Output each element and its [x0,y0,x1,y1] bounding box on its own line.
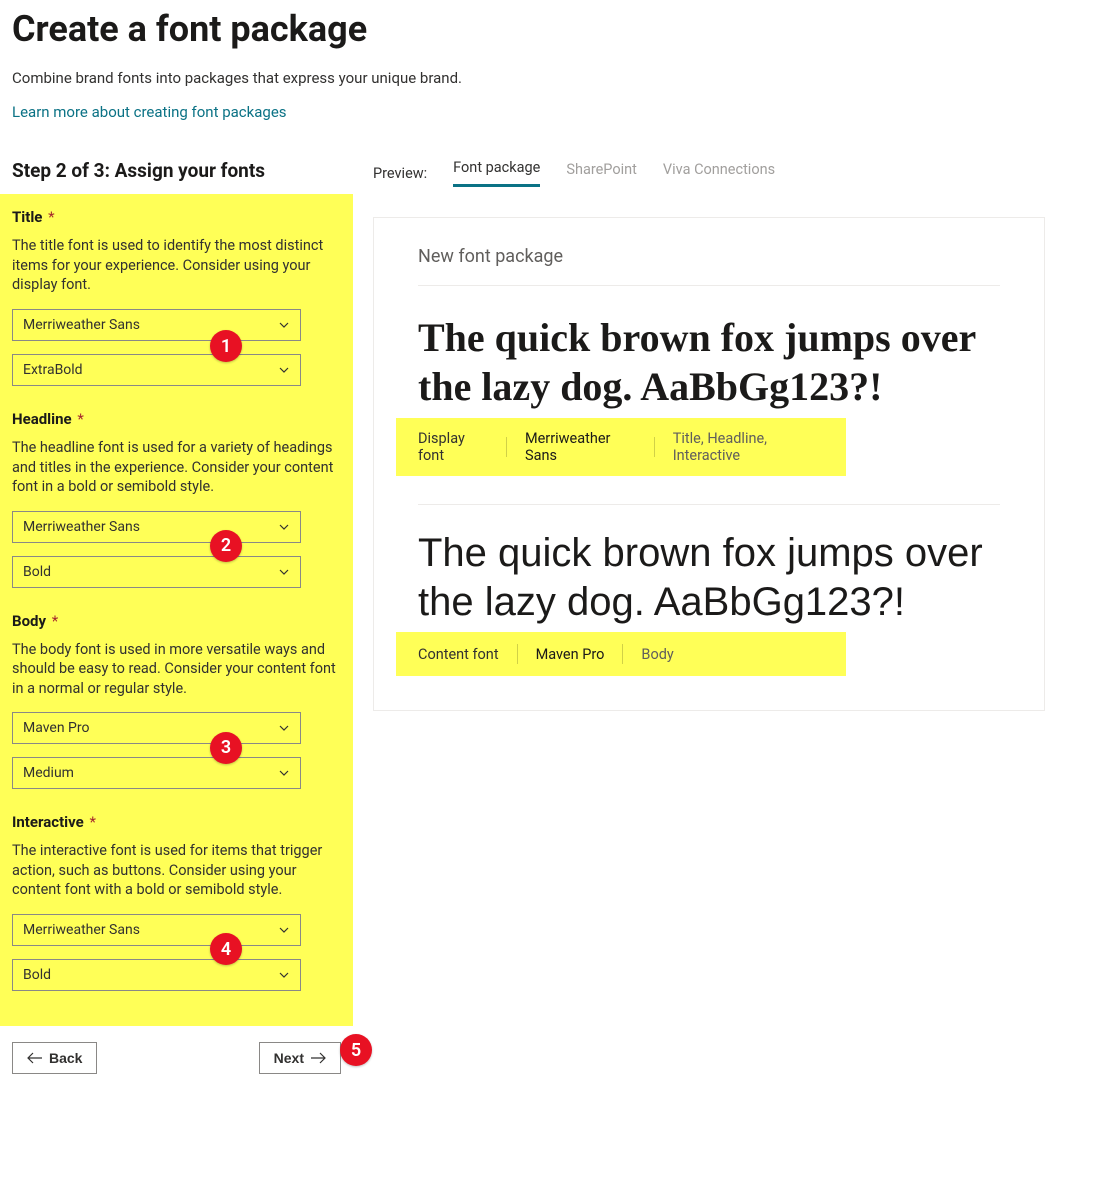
display-font-meta: Display font Merriweather Sans Title, He… [396,418,846,476]
interactive-weight-dropdown[interactable]: Bold [12,959,301,991]
chevron-down-icon [278,969,290,981]
interactive-font-dropdown[interactable]: Merriweather Sans [12,914,301,946]
learn-more-link[interactable]: Learn more about creating font packages [12,103,287,121]
headline-font-value: Merriweather Sans [23,519,140,535]
page-subtitle: Combine brand fonts into packages that e… [12,68,492,88]
body-label: Body [12,612,46,630]
meta-divider [506,437,507,457]
content-font-name: Maven Pro [536,646,605,663]
required-asterisk: * [89,813,95,831]
headline-font-dropdown[interactable]: Merriweather Sans [12,511,301,543]
section-body: Body * The body font is used in more ver… [12,612,341,790]
chevron-down-icon [278,566,290,578]
next-button[interactable]: Next [259,1042,341,1074]
chevron-down-icon [278,767,290,779]
interactive-font-value: Merriweather Sans [23,922,140,938]
display-label: Display font [418,430,488,464]
meta-divider [654,437,655,457]
back-label: Back [49,1050,82,1066]
section-headline: Headline * The headline font is used for… [12,410,341,588]
page-title: Create a font package [12,8,1097,50]
back-button[interactable]: Back [12,1042,97,1074]
meta-divider [622,644,623,664]
display-font-usage: Title, Headline, Interactive [673,430,824,464]
next-label: Next [274,1050,304,1066]
required-asterisk: * [48,208,54,226]
headline-weight-value: Bold [23,564,51,580]
chevron-down-icon [278,364,290,376]
preview-tabs: Preview: Font package SharePoint Viva Co… [373,159,1109,187]
tab-font-package[interactable]: Font package [453,159,540,187]
title-label: Title [12,208,42,226]
divider [418,504,1000,505]
callout-1: 1 [210,330,242,362]
display-font-name: Merriweather Sans [525,430,636,464]
divider [418,285,1000,286]
title-font-value: Merriweather Sans [23,317,140,333]
chevron-down-icon [278,521,290,533]
interactive-desc: The interactive font is used for items t… [12,841,341,900]
body-weight-dropdown[interactable]: Medium [12,757,301,789]
section-title: Title * The title font is used to identi… [12,208,341,386]
content-sample-text: The quick brown fox jumps over the lazy … [418,529,1000,627]
required-asterisk: * [77,410,83,428]
interactive-weight-value: Bold [23,967,51,983]
content-font-meta: Content font Maven Pro Body [396,632,846,676]
interactive-label: Interactive [12,813,84,831]
required-asterisk: * [52,612,58,630]
arrow-left-icon [27,1052,43,1064]
content-font-usage: Body [641,646,673,663]
chevron-down-icon [278,319,290,331]
body-weight-value: Medium [23,765,74,781]
body-font-value: Maven Pro [23,720,89,736]
headline-weight-dropdown[interactable]: Bold [12,556,301,588]
title-font-dropdown[interactable]: Merriweather Sans [12,309,301,341]
step-header: Step 2 of 3: Assign your fonts [0,151,353,194]
title-weight-value: ExtraBold [23,362,83,378]
callout-3: 3 [210,732,242,764]
headline-label: Headline [12,410,72,428]
tab-viva-connections[interactable]: Viva Connections [663,161,775,186]
package-name: New font package [418,246,1000,267]
title-weight-dropdown[interactable]: ExtraBold [12,354,301,386]
content-label: Content font [418,646,499,663]
headline-desc: The headline font is used for a variety … [12,438,341,497]
preview-label: Preview: [373,165,427,182]
section-interactive: Interactive * The interactive font is us… [12,813,341,991]
arrow-right-icon [310,1052,326,1064]
body-desc: The body font is used in more versatile … [12,640,341,699]
body-font-dropdown[interactable]: Maven Pro [12,712,301,744]
chevron-down-icon [278,924,290,936]
callout-2: 2 [210,530,242,562]
meta-divider [517,644,518,664]
tab-sharepoint[interactable]: SharePoint [566,161,637,186]
preview-card: New font package The quick brown fox jum… [373,217,1045,711]
chevron-down-icon [278,722,290,734]
callout-5: 5 [340,1034,372,1066]
display-sample-text: The quick brown fox jumps over the lazy … [418,314,1000,412]
title-desc: The title font is used to identify the m… [12,236,341,295]
